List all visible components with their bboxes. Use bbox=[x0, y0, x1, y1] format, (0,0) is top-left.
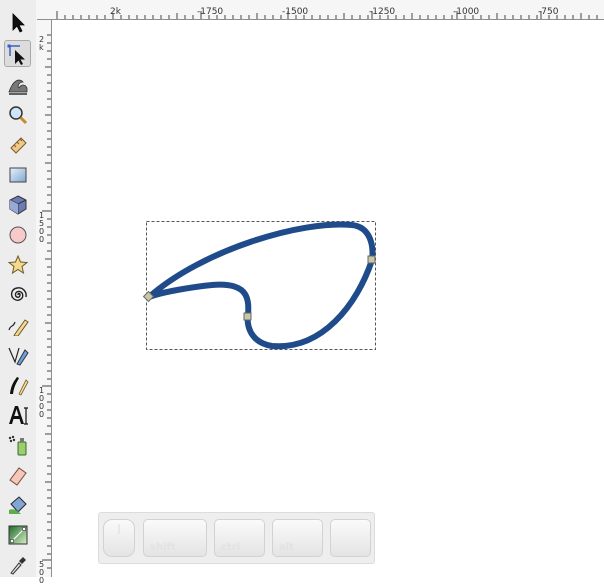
horizontal-ruler[interactable]: 2k -1750 -1500 -1250 -1000 -750 bbox=[37, 0, 604, 20]
spray-can-icon bbox=[8, 435, 26, 455]
spray-tool-button[interactable] bbox=[4, 431, 31, 458]
pencil-icon bbox=[7, 318, 29, 336]
cube-icon bbox=[9, 194, 26, 215]
vertical-ruler-ticks bbox=[42, 34, 51, 569]
calligraphy-icon bbox=[9, 376, 28, 396]
pen-nib-icon bbox=[7, 347, 29, 366]
text-tool-button[interactable] bbox=[4, 401, 31, 428]
toolbox bbox=[0, 0, 37, 577]
blank-key-indicator bbox=[330, 519, 371, 557]
eraser-icon bbox=[8, 466, 27, 486]
ruler-left-label: 1000 bbox=[39, 386, 45, 419]
tweak-tool-button[interactable] bbox=[4, 71, 31, 98]
zoom-tool-button[interactable] bbox=[4, 101, 31, 128]
circle-icon bbox=[9, 226, 26, 243]
gradient-tool-button[interactable] bbox=[4, 521, 31, 548]
ruler-top-label: -1000 bbox=[453, 7, 480, 17]
ruler-left-label: 500 bbox=[39, 560, 45, 585]
canvas-drawing bbox=[142, 221, 376, 350]
arrow-pointer-icon bbox=[12, 12, 25, 33]
shift-key-label: shift bbox=[150, 542, 176, 553]
node-tool-button[interactable] bbox=[4, 40, 31, 67]
node-edit-icon bbox=[7, 44, 25, 65]
pencil-tool-button[interactable] bbox=[4, 311, 31, 338]
star-tool-button[interactable] bbox=[4, 251, 31, 278]
measure-tool-button[interactable] bbox=[4, 131, 31, 158]
ctrl-key-indicator: ctrl bbox=[214, 519, 265, 557]
ruler-top-label: 2k bbox=[110, 7, 121, 17]
spiral-tool-button[interactable] bbox=[4, 281, 31, 308]
alt-key-indicator: alt bbox=[272, 519, 323, 557]
horizontal-ruler-ticks bbox=[56, 11, 598, 19]
ruler-left-label: 1500 bbox=[39, 211, 45, 244]
paint-bucket-tool-button[interactable] bbox=[4, 491, 31, 518]
text-a-icon bbox=[8, 405, 28, 425]
eraser-tool-button[interactable] bbox=[4, 461, 31, 488]
rectangle-tool-button[interactable] bbox=[4, 161, 31, 188]
vertical-ruler[interactable]: 2k 1500 1000 500 bbox=[36, 20, 52, 585]
magnifier-icon bbox=[8, 105, 27, 124]
dropper-tool-button[interactable] bbox=[4, 550, 31, 577]
rectangle-icon bbox=[9, 167, 26, 182]
ruler-left-label: 2k bbox=[39, 35, 45, 52]
mouse-indicator bbox=[103, 519, 135, 557]
ruler-top-label: -1750 bbox=[197, 7, 224, 17]
spiral-icon bbox=[10, 286, 27, 301]
alt-key-label: alt bbox=[279, 542, 294, 553]
gradient-icon bbox=[8, 525, 27, 544]
ruler-top-label: -1500 bbox=[282, 7, 309, 17]
shift-key-indicator: shift bbox=[143, 519, 207, 557]
path-node-smooth[interactable] bbox=[367, 255, 376, 264]
paint-bucket-icon bbox=[8, 495, 27, 514]
bezier-path[interactable] bbox=[146, 221, 376, 350]
drawing-canvas[interactable] bbox=[52, 20, 604, 577]
calligraphy-tool-button[interactable] bbox=[4, 371, 31, 398]
path-node-smooth[interactable] bbox=[243, 312, 252, 321]
pen-tool-button[interactable] bbox=[4, 341, 31, 368]
tweak-wave-icon bbox=[7, 79, 27, 95]
ellipse-tool-button[interactable] bbox=[4, 221, 31, 248]
ruler-icon bbox=[9, 136, 27, 154]
ruler-top-label: -1250 bbox=[369, 7, 396, 17]
selector-tool-button[interactable] bbox=[4, 9, 31, 36]
3d-box-tool-button[interactable] bbox=[4, 191, 31, 218]
key-status-overlay: shift ctrl alt bbox=[98, 512, 375, 564]
ruler-top-label: -750 bbox=[538, 7, 559, 17]
mouse-icon bbox=[118, 524, 120, 534]
dropper-icon bbox=[9, 556, 26, 575]
star-icon bbox=[7, 254, 28, 274]
ctrl-key-label: ctrl bbox=[221, 542, 241, 553]
